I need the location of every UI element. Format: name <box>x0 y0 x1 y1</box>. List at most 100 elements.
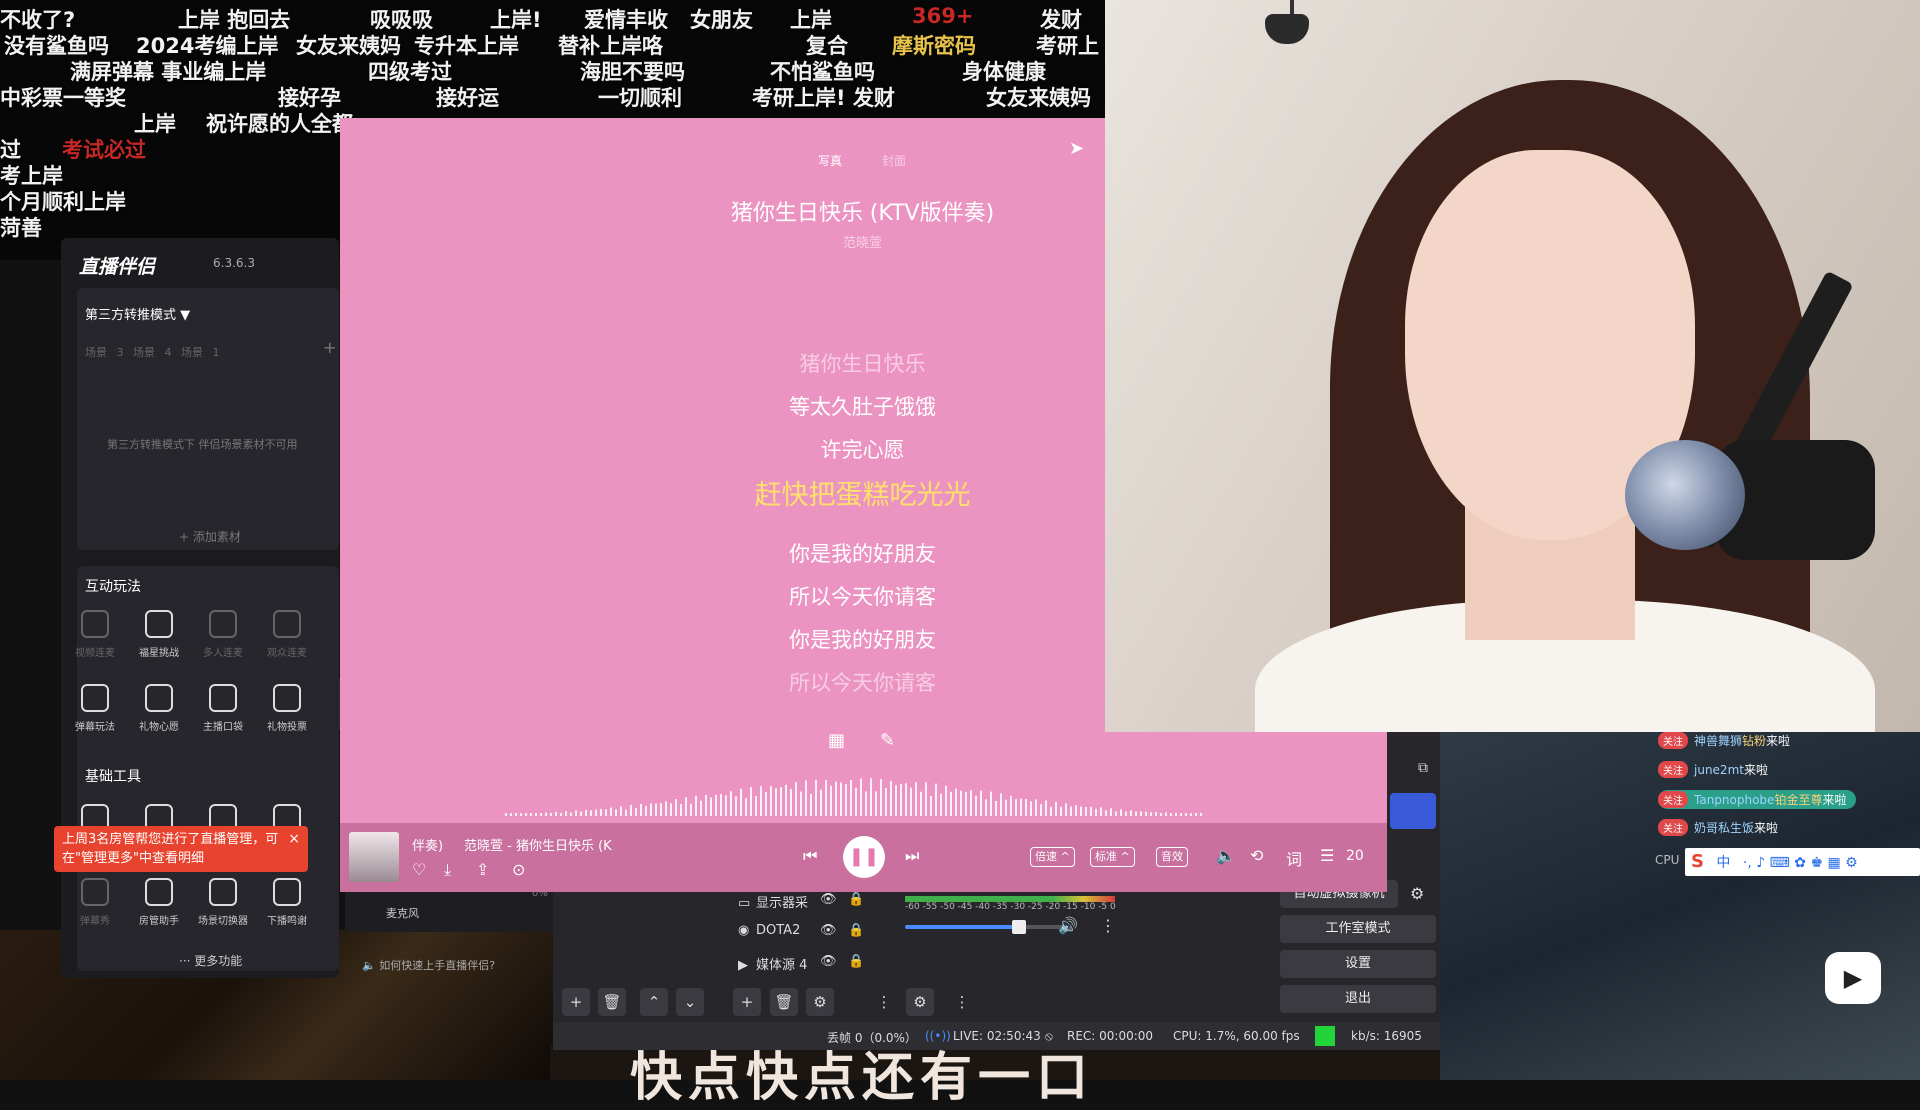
mixer-menu-icon[interactable]: ⋮ <box>1100 916 1116 935</box>
audio-meter-scale: -60 -55 -50 -45 -40 -35 -30 -25 -20 -15 … <box>905 902 1116 912</box>
waveform-bar <box>1120 809 1122 816</box>
quality-button[interactable]: 标准 ^ <box>1090 847 1135 867</box>
volume-icon[interactable]: 🔈 <box>1216 846 1236 865</box>
visibility-eye-icon[interactable]: 👁 <box>820 954 837 969</box>
waveform-bar <box>560 813 562 816</box>
tool-shield[interactable]: 福星挑战 <box>129 610 189 659</box>
waveform-bar <box>880 779 882 816</box>
playlist-count[interactable]: 20 <box>1346 848 1364 864</box>
scene-tab[interactable]: 场景 4 <box>133 346 172 359</box>
source-add-button[interactable]: + <box>733 988 761 1016</box>
chat-nick[interactable]: Tanpnophobe <box>1694 793 1774 807</box>
chat-nick[interactable]: 奶哥私生饭 <box>1694 821 1754 835</box>
scene-up-button[interactable]: ⌃ <box>640 988 668 1016</box>
visibility-eye-icon[interactable]: 👁 <box>820 892 837 907</box>
tool-switch[interactable]: 场景切换器 <box>193 878 253 927</box>
vcam-settings-icon[interactable]: ⚙ <box>1410 884 1424 903</box>
lock-icon[interactable]: 🔒 <box>848 892 864 907</box>
vote-icon <box>273 684 301 712</box>
tab-cover[interactable]: 封面 <box>882 152 906 169</box>
more-functions-button[interactable]: ··· 更多功能 <box>179 952 242 969</box>
tool-pocket[interactable]: 主播口袋 <box>193 684 253 733</box>
scene-tab[interactable]: 场景 1 <box>181 346 220 359</box>
obs-control-button[interactable]: 工作室模式 <box>1280 915 1436 943</box>
dock-popout-icon[interactable]: ⧉ <box>1418 760 1428 776</box>
tool-admin[interactable]: 房管助手 <box>129 878 189 927</box>
waveform-bar <box>540 813 542 816</box>
waveform-bar <box>750 787 752 816</box>
video-player-logo-icon: ▶ <box>1825 952 1881 1004</box>
repeat-icon[interactable]: ⟲ <box>1250 846 1263 865</box>
obs-control-button[interactable]: 设置 <box>1280 950 1436 978</box>
source-row[interactable]: ▶ 媒体源 4 <box>738 954 807 973</box>
ime-mode[interactable]: 中 <box>1716 855 1730 871</box>
share-icon[interactable]: ⇪ <box>476 860 489 879</box>
speaker-icon[interactable]: 🔊 <box>1058 916 1078 935</box>
lyric-button[interactable]: 词 <box>1286 846 1302 870</box>
more-options-icon[interactable]: ⊙ <box>512 860 525 879</box>
network-indicator <box>1315 1026 1335 1046</box>
album-art[interactable] <box>349 832 399 882</box>
tool-label: 礼物心愿 <box>139 722 179 733</box>
waveform-bar <box>625 809 627 816</box>
obs-blue-button[interactable] <box>1390 793 1436 829</box>
lock-icon[interactable]: 🔒 <box>848 954 864 969</box>
scene-tabs[interactable]: 场景 3 场景 4 场景 1 <box>85 344 220 360</box>
waveform-bar <box>780 787 782 816</box>
playlist-icon[interactable]: ☰ <box>1320 846 1334 865</box>
mixer-settings-button[interactable]: ⚙ <box>906 988 934 1016</box>
chat-message: 关注 june2mt来啦 <box>1658 761 1768 778</box>
waveform-bar <box>950 791 952 816</box>
tool-mic[interactable]: 视频连麦 <box>65 610 125 659</box>
scene-tab[interactable]: 场景 3 <box>85 346 124 359</box>
tool-gift-box[interactable]: 礼物心愿 <box>129 684 189 733</box>
tab-photo[interactable]: 写真 <box>818 152 842 169</box>
lock-icon[interactable]: 🔒 <box>848 923 864 938</box>
volume-knob[interactable] <box>1012 920 1026 934</box>
source-row[interactable]: ▭ 显示器采 <box>738 892 808 911</box>
stream-mode-dropdown[interactable]: 第三方转推模式 ▼ <box>85 304 190 323</box>
waveform-bar <box>905 783 907 816</box>
scene-remove-button[interactable]: 🗑 <box>598 988 626 1016</box>
tool-vote[interactable]: 礼物投票 <box>257 684 317 733</box>
scene-add-button[interactable]: + <box>562 988 590 1016</box>
tool-thanks[interactable]: 下播鸣谢 <box>257 878 317 927</box>
ime-tools[interactable]: ·, ♪ ⌨ ✿ ♚ ▦ ⚙ <box>1743 855 1858 871</box>
pause-button[interactable]: ❚❚ <box>843 836 885 878</box>
ime-toolbar[interactable]: S 中 ·, ♪ ⌨ ✿ ♚ ▦ ⚙ <box>1685 848 1920 876</box>
waveform-bar <box>1180 813 1182 816</box>
song-artist[interactable]: 范晓萱 <box>340 232 1385 251</box>
source-remove-button[interactable]: 🗑 <box>770 988 798 1016</box>
add-scene-button[interactable]: + <box>323 338 336 357</box>
previous-track-icon[interactable]: ⏮ <box>803 846 817 866</box>
chat-nick[interactable]: june2mt <box>1694 763 1744 777</box>
obs-control-button[interactable]: 退出 <box>1280 985 1436 1013</box>
next-track-icon[interactable]: ⏭ <box>905 846 919 866</box>
source-more-icon[interactable]: ⋮ <box>870 988 898 1016</box>
source-row[interactable]: ◉ DOTA2 <box>738 923 800 938</box>
like-heart-icon[interactable]: ♡ <box>412 860 426 879</box>
mixer-more-icon[interactable]: ⋮ <box>948 988 976 1016</box>
scene-down-button[interactable]: ⌄ <box>676 988 704 1016</box>
tool-comment[interactable]: 弹幕秀 <box>65 878 125 927</box>
source-settings-button[interactable]: ⚙ <box>806 988 834 1016</box>
mic-karaoke-icon[interactable]: ✎ <box>880 730 895 751</box>
waveform-bar <box>665 801 667 816</box>
chat-nick[interactable]: 神兽舞狮 <box>1694 734 1742 748</box>
visibility-eye-icon[interactable]: 👁 <box>820 923 837 938</box>
download-icon[interactable]: ⤓ <box>444 860 451 880</box>
toast-close-icon[interactable]: × <box>288 830 300 849</box>
tool-audience[interactable]: 观众连麦 <box>257 610 317 659</box>
tool-multi-mic[interactable]: 多人连麦 <box>193 610 253 659</box>
tool-label: 下播鸣谢 <box>267 916 307 927</box>
tool-download[interactable]: 弹幕玩法 <box>65 684 125 733</box>
add-material-button[interactable]: + 添加素材 <box>179 528 241 545</box>
speed-button[interactable]: 倍速 ^ <box>1030 847 1075 867</box>
waveform-bar <box>815 779 817 816</box>
chat-tag: 关注 <box>1658 732 1688 749</box>
effect-button[interactable]: 音效 <box>1156 847 1188 867</box>
waveform-bar <box>930 795 932 816</box>
film-icon[interactable]: ▦ <box>828 730 845 751</box>
help-link[interactable]: 🔈 如何快速上手直播伴侣? <box>362 957 495 973</box>
source-label: 媒体源 4 <box>756 958 808 973</box>
